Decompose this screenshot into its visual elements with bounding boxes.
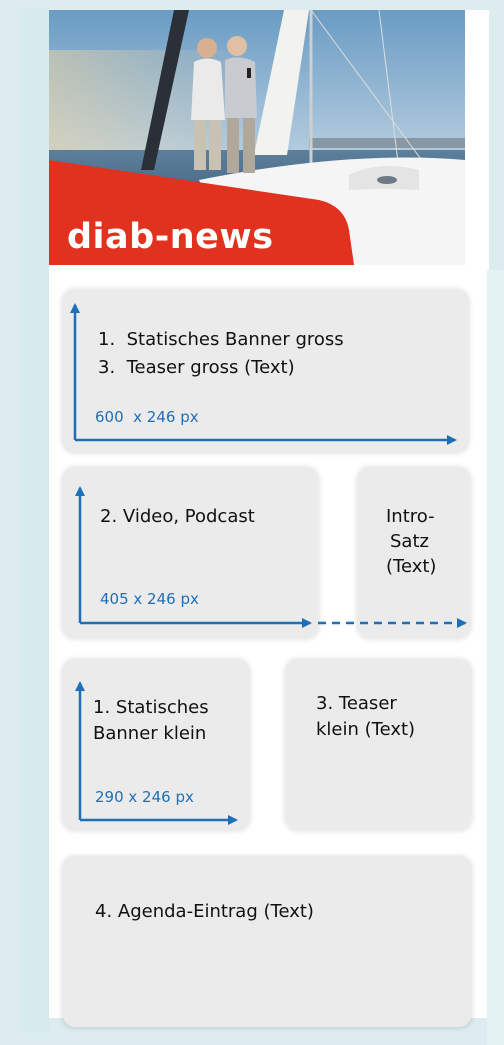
teaser-klein-line1: 3. Teaser (316, 693, 397, 714)
banner-klein-line2: Banner klein (93, 723, 207, 744)
teaser-gross-label: 3. Teaser gross (Text) (98, 357, 295, 378)
agenda-label: 4. Agenda-Eintrag (Text) (95, 901, 314, 922)
size-label-290: 290 x 246 px (95, 788, 194, 806)
intro-satz-line2: Satz (390, 531, 429, 552)
video-podcast-label: 2. Video, Podcast (100, 506, 255, 527)
intro-satz-line3: (Text) (386, 556, 437, 577)
intro-satz-line1: Intro- (386, 506, 435, 527)
size-label-405: 405 x 246 px (100, 590, 199, 608)
size-label-600: 600 x 246 px (95, 408, 199, 426)
banner-gross-label: 1. Statisches Banner gross (98, 329, 344, 350)
teaser-klein-line2: klein (Text) (316, 719, 416, 740)
banner-klein-line1: 1. Statisches (93, 697, 209, 718)
